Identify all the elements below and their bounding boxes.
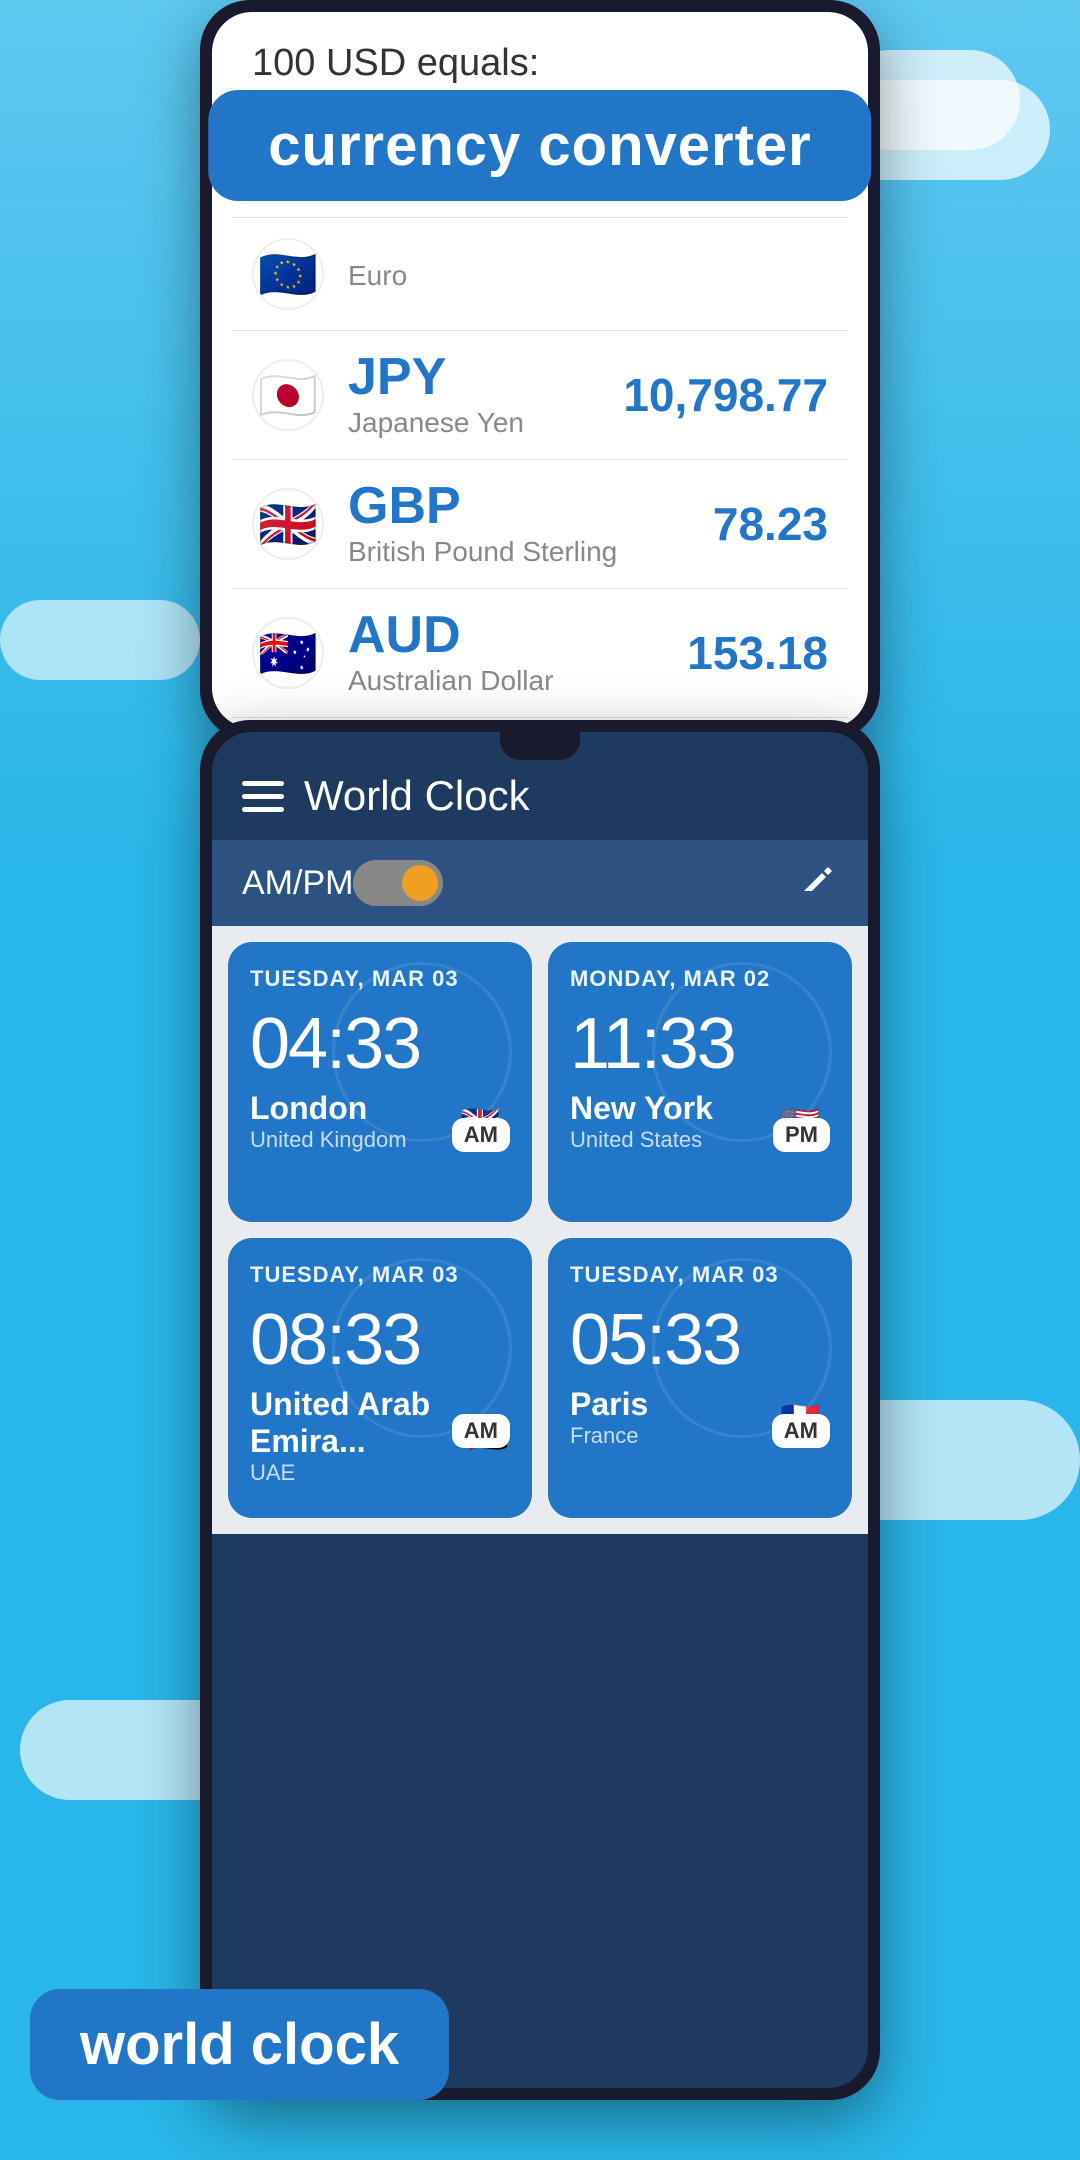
newyork-date: MONDAY, MAR 02 <box>570 966 830 992</box>
newyork-time: 11:33 <box>570 1008 830 1080</box>
currency-info-aud: AUD Australian Dollar <box>348 609 687 697</box>
currency-value-jpy: 10,798.77 <box>623 368 828 422</box>
uae-time: 08:33 <box>250 1304 510 1376</box>
currency-code-aud: AUD <box>348 609 687 661</box>
ampm-row: AM/PM <box>212 840 868 926</box>
currency-item-gbp[interactable]: 🇬🇧 GBP British Pound Sterling 78.23 <box>232 460 848 589</box>
flag-gbp: 🇬🇧 <box>252 488 324 560</box>
currency-info-gbp: GBP British Pound Sterling <box>348 480 713 568</box>
worldclock-screen: World Clock AM/PM TUESDAY, MAR 03 <box>212 732 868 2088</box>
cloud-3 <box>0 600 200 680</box>
uae-date: TUESDAY, MAR 03 <box>250 1262 510 1288</box>
paris-date: TUESDAY, MAR 03 <box>570 1262 830 1288</box>
currency-item-aud[interactable]: 🇦🇺 AUD Australian Dollar 153.18 <box>232 589 848 718</box>
worldclock-label-text: world clock <box>80 2012 399 2077</box>
london-country: United Kingdom <box>250 1127 407 1153</box>
paris-city: Paris <box>570 1386 648 1423</box>
flag-aud: 🇦🇺 <box>252 617 324 689</box>
currency-code-jpy: JPY <box>348 351 623 403</box>
ampm-label: AM/PM <box>242 864 353 903</box>
clock-card-paris[interactable]: TUESDAY, MAR 03 05:33 AM Paris France 🇫🇷 <box>548 1238 852 1518</box>
menu-button[interactable] <box>242 781 284 812</box>
currency-converter-label-text: currency converter <box>268 113 811 178</box>
uae-country: UAE <box>250 1460 467 1486</box>
hamburger-line-3 <box>242 807 284 812</box>
edit-icon <box>798 861 838 901</box>
london-ampm: AM <box>452 1118 510 1152</box>
toggle-knob <box>402 865 438 901</box>
clock-grid: TUESDAY, MAR 03 04:33 AM London United K… <box>212 926 868 1534</box>
currency-info-jpy: JPY Japanese Yen <box>348 351 623 439</box>
clock-card-london[interactable]: TUESDAY, MAR 03 04:33 AM London United K… <box>228 942 532 1222</box>
clock-card-newyork[interactable]: MONDAY, MAR 02 11:33 PM New York United … <box>548 942 852 1222</box>
hamburger-line-2 <box>242 794 284 799</box>
london-city-info: London United Kingdom <box>250 1090 407 1153</box>
flag-eur: 🇪🇺 <box>252 238 324 310</box>
currency-item-jpy[interactable]: 🇯🇵 JPY Japanese Yen 10,798.77 <box>232 331 848 460</box>
london-date: TUESDAY, MAR 03 <box>250 966 510 992</box>
london-time: 04:33 <box>250 1008 510 1080</box>
currency-name-gbp: British Pound Sterling <box>348 536 713 568</box>
uae-city: United Arab Emira... <box>250 1386 467 1460</box>
currency-value-aud: 153.18 <box>687 626 828 680</box>
london-city: London <box>250 1090 407 1127</box>
currency-name-jpy: Japanese Yen <box>348 407 623 439</box>
phone-worldclock: World Clock AM/PM TUESDAY, MAR 03 <box>200 720 880 2100</box>
uae-ampm: AM <box>452 1414 510 1448</box>
edit-button[interactable] <box>798 861 838 906</box>
newyork-city-info: New York United States <box>570 1090 713 1153</box>
ampm-toggle[interactable] <box>353 860 443 906</box>
flag-jpy: 🇯🇵 <box>252 359 324 431</box>
currency-code-gbp: GBP <box>348 480 713 532</box>
currency-converter-label: currency converter <box>208 90 871 201</box>
currency-info-eur: Euro <box>348 256 828 292</box>
currency-value-gbp: 78.23 <box>713 497 828 551</box>
worldclock-title: World Clock <box>304 772 838 820</box>
currency-item-eur[interactable]: 🇪🇺 Euro <box>232 218 848 331</box>
hamburger-line-1 <box>242 781 284 786</box>
currency-name-aud: Australian Dollar <box>348 665 687 697</box>
paris-ampm: AM <box>772 1414 830 1448</box>
currency-name-eur: Euro <box>348 260 828 292</box>
uae-city-info: United Arab Emira... UAE <box>250 1386 467 1486</box>
phone-notch <box>500 732 580 760</box>
newyork-city: New York <box>570 1090 713 1127</box>
clock-card-uae[interactable]: TUESDAY, MAR 03 08:33 AM United Arab Emi… <box>228 1238 532 1518</box>
worldclock-label: world clock <box>30 1989 449 2100</box>
newyork-country: United States <box>570 1127 713 1153</box>
paris-time: 05:33 <box>570 1304 830 1376</box>
paris-country: France <box>570 1423 648 1449</box>
paris-city-info: Paris France <box>570 1386 648 1449</box>
newyork-ampm: PM <box>773 1118 830 1152</box>
